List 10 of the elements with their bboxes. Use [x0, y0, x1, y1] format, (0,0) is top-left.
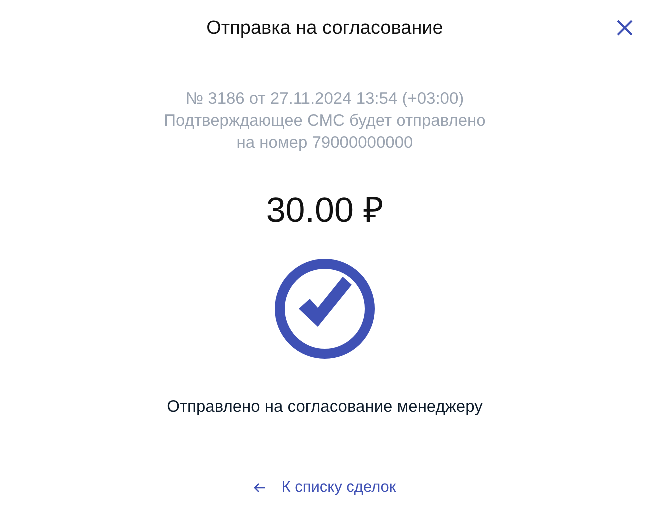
- close-button[interactable]: [617, 20, 633, 36]
- back-link[interactable]: К списку сделок: [254, 479, 396, 497]
- amount-text: 30.00 ₽: [266, 191, 384, 231]
- close-icon: [617, 20, 633, 36]
- info-text: на номер 79000000000: [236, 133, 414, 154]
- arrow-left-icon: [254, 483, 266, 493]
- info-text: № 3186 от 27.11.2024 13:54 (+03:00): [186, 89, 464, 110]
- status-message: Отправлено на согласование менеджеру: [167, 398, 483, 417]
- dialog-title: Отправка на согласование: [206, 18, 444, 40]
- info-text: Подтверждающее СМС будет отправлено: [164, 111, 486, 132]
